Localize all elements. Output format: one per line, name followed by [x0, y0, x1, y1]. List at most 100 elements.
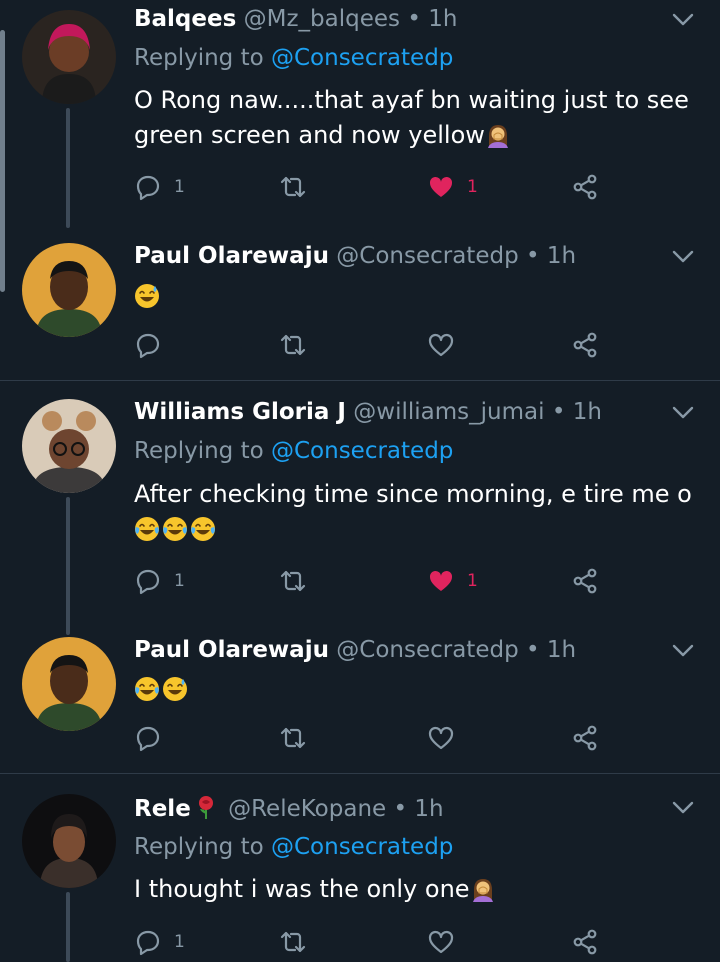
username[interactable]: @Mz_balqees	[244, 6, 400, 32]
retweet-button[interactable]	[279, 330, 307, 360]
tweet-header: Rele @ReleKopane • 1h	[134, 794, 444, 822]
reply-count: 1	[174, 932, 185, 952]
thread-line	[66, 892, 70, 962]
mention-link[interactable]: @Consecratedp	[271, 834, 453, 860]
tears-of-joy-emoji	[162, 516, 188, 542]
retweet-button[interactable]	[279, 566, 307, 596]
reply-icon	[134, 928, 162, 956]
retweet-icon	[279, 724, 307, 752]
tweet-text: I thought i was the only one	[134, 872, 694, 907]
rose-emoji	[193, 794, 219, 820]
display-name[interactable]: Balqees	[134, 6, 236, 32]
timestamp[interactable]: 1h	[547, 243, 576, 269]
timestamp[interactable]: 1h	[414, 796, 443, 822]
mention-link[interactable]: @Consecratedp	[271, 438, 453, 464]
like-button[interactable]	[427, 330, 455, 360]
chevron-down-icon[interactable]	[672, 801, 694, 815]
tweet-balqees[interactable]: Balqees @Mz_balqees • 1h Replying to @Co…	[0, 0, 720, 228]
woman-facepalming-emoji	[485, 122, 511, 148]
tweet-rele[interactable]: Rele @ReleKopane • 1h Replying to @Conse…	[0, 774, 720, 962]
reply-icon	[134, 567, 162, 595]
chevron-down-icon[interactable]	[672, 250, 694, 264]
username[interactable]: @Consecratedp	[336, 637, 518, 663]
reply-icon	[134, 331, 162, 359]
like-button[interactable]: 1	[427, 172, 478, 202]
tweet-text	[134, 279, 694, 314]
heart-filled-icon	[427, 173, 455, 201]
like-count: 1	[467, 571, 478, 591]
display-name[interactable]: Paul Olarewaju	[134, 243, 329, 269]
share-button[interactable]	[571, 566, 599, 596]
display-name[interactable]: Williams Gloria J	[134, 399, 346, 425]
retweet-button[interactable]	[279, 723, 307, 753]
chevron-down-icon[interactable]	[672, 13, 694, 27]
heart-icon	[427, 928, 455, 956]
like-button[interactable]	[427, 723, 455, 753]
reply-button[interactable]	[134, 330, 162, 360]
tears-of-joy-emoji	[134, 516, 160, 542]
avatar[interactable]	[22, 399, 116, 493]
share-icon	[571, 173, 599, 201]
retweet-icon	[279, 928, 307, 956]
retweet-icon	[279, 567, 307, 595]
like-button[interactable]: 1	[427, 566, 478, 596]
thread-line	[66, 497, 70, 635]
replying-to: Replying to @Consecratedp	[134, 834, 454, 860]
tears-of-joy-emoji	[134, 676, 160, 702]
share-button[interactable]	[571, 172, 599, 202]
display-name[interactable]: Rele	[134, 796, 191, 822]
tweet-actions	[134, 723, 614, 753]
chevron-down-icon[interactable]	[672, 644, 694, 658]
tweet-actions: 1 1	[134, 566, 614, 596]
tweet-header: Paul Olarewaju @Consecratedp • 1h	[134, 637, 577, 663]
tweet-header: Williams Gloria J @williams_jumai • 1h	[134, 399, 602, 425]
tears-of-joy-emoji	[190, 516, 216, 542]
share-button[interactable]	[571, 723, 599, 753]
retweet-button[interactable]	[279, 172, 307, 202]
heart-icon	[427, 724, 455, 752]
tweet-actions	[134, 330, 614, 360]
retweet-icon	[279, 173, 307, 201]
username[interactable]: @ReleKopane	[228, 796, 386, 822]
username[interactable]: @williams_jumai	[353, 399, 544, 425]
reply-icon	[134, 724, 162, 752]
avatar[interactable]	[22, 10, 116, 104]
replying-to: Replying to @Consecratedp	[134, 45, 454, 71]
reply-icon	[134, 173, 162, 201]
reply-button[interactable]	[134, 723, 162, 753]
avatar[interactable]	[22, 243, 116, 337]
tweet-paul-olarewaju[interactable]: Paul Olarewaju @Consecratedp • 1h	[0, 227, 720, 380]
retweet-button[interactable]	[279, 927, 307, 957]
display-name[interactable]: Paul Olarewaju	[134, 637, 329, 663]
like-button[interactable]	[427, 927, 455, 957]
share-button[interactable]	[571, 330, 599, 360]
reply-button[interactable]: 1	[134, 566, 185, 596]
tweet-actions: 1	[134, 927, 614, 957]
tweet-text: O Rong naw.....that ayaf bn waiting just…	[134, 86, 689, 149]
timestamp[interactable]: 1h	[573, 399, 602, 425]
heart-icon	[427, 331, 455, 359]
avatar[interactable]	[22, 794, 116, 888]
like-count: 1	[467, 177, 478, 197]
woman-facepalming-emoji	[470, 876, 496, 902]
reply-count: 1	[174, 571, 185, 591]
timestamp[interactable]: 1h	[547, 637, 576, 663]
tweet-actions: 1 1	[134, 172, 614, 202]
grinning-sweat-emoji	[162, 676, 188, 702]
reply-button[interactable]: 1	[134, 172, 185, 202]
heart-filled-icon	[427, 567, 455, 595]
tweet-paul-olarewaju[interactable]: Paul Olarewaju @Consecratedp • 1h	[0, 621, 720, 773]
share-button[interactable]	[571, 927, 599, 957]
mention-link[interactable]: @Consecratedp	[271, 45, 453, 71]
reply-count: 1	[174, 177, 185, 197]
tweet-text: After checking time since morning, e tir…	[134, 477, 694, 547]
timestamp[interactable]: 1h	[428, 6, 457, 32]
replying-to: Replying to @Consecratedp	[134, 438, 454, 464]
tweet-header: Balqees @Mz_balqees • 1h	[134, 6, 458, 32]
username[interactable]: @Consecratedp	[336, 243, 518, 269]
chevron-down-icon[interactable]	[672, 406, 694, 420]
tweet-williams-gloria[interactable]: Williams Gloria J @williams_jumai • 1h R…	[0, 381, 720, 635]
thread-line	[66, 108, 70, 228]
avatar[interactable]	[22, 637, 116, 731]
reply-button[interactable]: 1	[134, 927, 185, 957]
